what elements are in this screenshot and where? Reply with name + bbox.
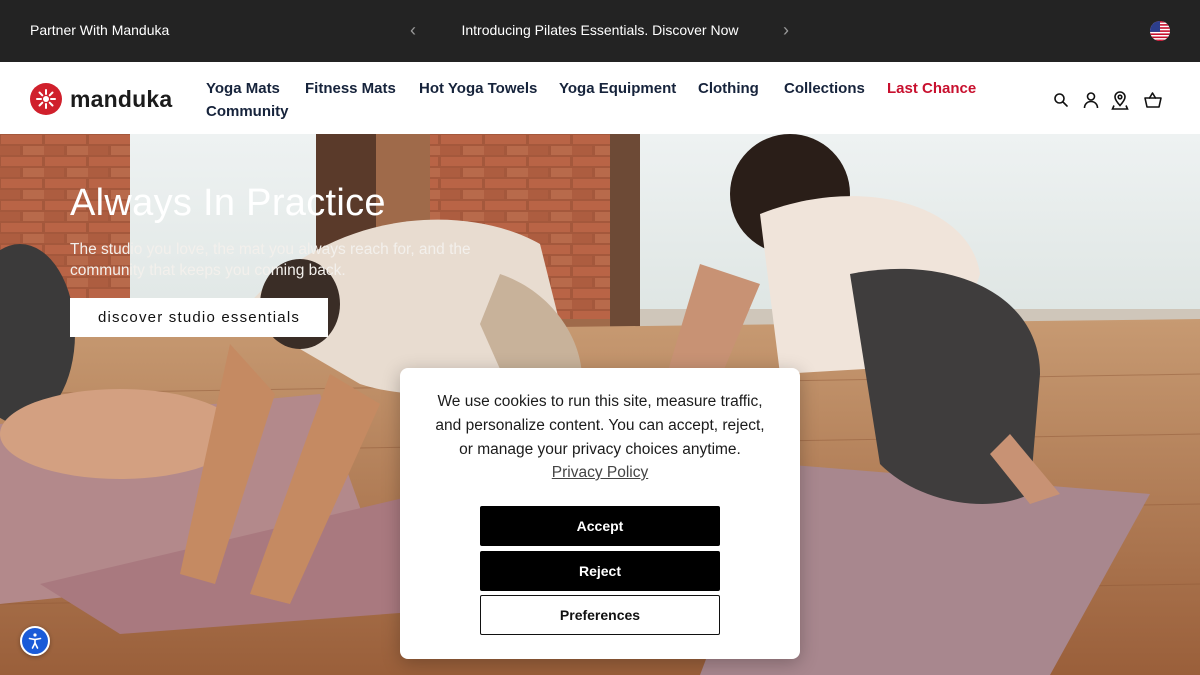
manduka-logo-icon [30, 83, 62, 115]
cookie-message: We use cookies to run this site, measure… [435, 393, 765, 458]
site-header: manduka Yoga Mats Fitness Mats Hot Yoga … [0, 62, 1200, 134]
cookie-preferences-button[interactable]: Preferences [480, 595, 720, 635]
store-locator-icon[interactable] [1110, 90, 1130, 110]
announcement-bar: Partner With Manduka ‹ Introducing Pilat… [0, 0, 1200, 62]
discover-studio-essentials-button[interactable]: discover studio essentials [70, 298, 328, 337]
manduka-logo[interactable]: manduka [30, 83, 172, 115]
promo-prev-button[interactable]: ‹ [405, 19, 421, 41]
nav-hot-yoga-towels[interactable]: Hot Yoga Towels [419, 80, 537, 97]
us-flag-icon[interactable] [1150, 21, 1170, 41]
hero-title: Always In Practice [70, 182, 386, 224]
promo-link[interactable]: Introducing Pilates Essentials. Discover… [430, 22, 770, 38]
nav-last-chance[interactable]: Last Chance [887, 80, 976, 97]
reject-cookies-button[interactable]: Reject [480, 551, 720, 591]
nav-clothing[interactable]: Clothing [698, 80, 759, 97]
nav-yoga-equipment[interactable]: Yoga Equipment [559, 80, 676, 97]
search-icon[interactable] [1051, 90, 1071, 110]
partner-link[interactable]: Partner With Manduka [30, 22, 169, 38]
promo-next-button[interactable]: › [778, 19, 794, 41]
logo-text: manduka [70, 85, 173, 112]
account-icon[interactable] [1081, 90, 1101, 110]
hero-subtitle: The studio you love, the mat you always … [70, 241, 471, 279]
accept-cookies-button[interactable]: Accept [480, 506, 720, 546]
cart-icon[interactable] [1143, 90, 1163, 110]
nav-collections[interactable]: Collections [784, 80, 865, 97]
nav-community[interactable]: Community [206, 103, 289, 120]
nav-yoga-mats[interactable]: Yoga Mats [206, 80, 280, 97]
nav-fitness-mats[interactable]: Fitness Mats [305, 80, 396, 97]
accessibility-icon[interactable] [20, 626, 50, 656]
cookie-consent-dialog: We use cookies to run this site, measure… [400, 368, 800, 659]
privacy-policy-link[interactable]: Privacy Policy [400, 464, 800, 482]
